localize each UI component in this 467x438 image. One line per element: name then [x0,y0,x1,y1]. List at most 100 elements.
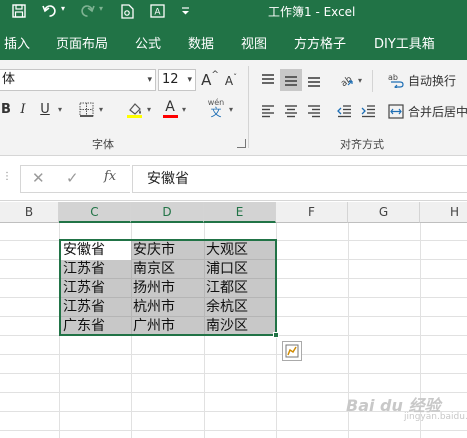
tab-diy-toolbox[interactable]: DIY工具箱 [374,33,435,52]
alignment-group-label: 对齐方式 [340,138,384,151]
font-group-label: 字体 [92,138,114,151]
align-center-button[interactable] [281,100,301,122]
ribbon-separator [248,66,249,148]
undo-icon[interactable] [40,2,58,20]
bottom-align-button[interactable] [304,69,324,91]
quick-access-custom-icon[interactable]: A [148,2,166,20]
font-size-value: 12 [162,72,179,87]
caret-up-icon: ^ [211,70,219,80]
merge-center-icon[interactable] [386,100,406,122]
formula-input[interactable]: 安徽省 [132,165,467,193]
align-right-button[interactable] [304,100,324,122]
column-header-f[interactable]: F [276,202,348,223]
merge-center-button[interactable]: 合并后居中 [408,103,467,120]
column-header-c[interactable]: C [59,202,131,223]
italic-button[interactable]: I [14,98,32,120]
grow-font-button[interactable]: A ^ [200,69,220,91]
tab-formulas[interactable]: 公式 [135,33,161,52]
underline-label: U [40,101,50,117]
chevron-down-icon[interactable]: ▾ [147,70,152,90]
borders-button[interactable] [76,98,96,120]
svg-text:ab: ab [388,73,398,82]
redo-icon[interactable] [78,2,96,20]
font-color-label: A [165,99,175,115]
underline-button[interactable]: U [36,98,54,120]
font-name-value: 体 [2,72,16,87]
tab-view[interactable]: 视图 [241,33,267,52]
tab-fangfang-gezi[interactable]: 方方格子 [294,33,346,52]
increase-indent-icon [361,104,375,117]
orientation-dropdown-icon[interactable]: ▾ [358,76,362,85]
watermark-url: jingyan.baidu.com [404,412,467,422]
align-right-icon [308,104,320,117]
svg-text:A: A [154,8,161,18]
orientation-button[interactable]: ab [336,69,356,91]
phonetic-dropdown-icon[interactable]: ▾ [229,105,233,114]
phonetic-bottom-label: 文 [210,106,222,119]
confirm-entry-icon[interactable]: ✓ [66,169,79,187]
ribbon-tabs: 插入 页面布局 公式 数据 视图 方方格子 DIY工具箱 [0,22,467,60]
bold-label: B [1,101,11,117]
increase-indent-button[interactable] [358,100,378,122]
customize-quick-access-icon[interactable] [176,2,194,20]
font-dialog-launcher-icon[interactable] [237,139,246,148]
align-middle-icon [285,76,297,86]
align-left-button[interactable] [258,100,278,122]
save-icon[interactable] [10,2,28,20]
quick-analysis-icon [285,344,299,358]
align-bottom-icon [308,77,320,87]
font-color-button[interactable]: A [160,98,180,120]
more-options-icon[interactable]: ⋮ [2,171,12,182]
ribbon: 体 ▾ 12 ▾ A ^ Aˇ B I U ▾ ▾ ▾ A ▾ wén 文 ▾ 字… [0,60,467,156]
paint-bucket-icon [126,102,142,118]
bold-button[interactable]: B [0,98,12,120]
shrink-font-label: A [224,74,234,88]
align-center-icon [285,104,297,117]
fill-color-swatch [126,114,142,118]
insert-function-icon[interactable]: fx [104,169,116,184]
font-name-combo[interactable]: 体 ▾ [0,69,156,91]
grow-font-label: A [201,71,212,89]
formula-bar: ⋮ ✕ ✓ fx 安徽省 [0,157,467,201]
top-align-button[interactable] [258,69,278,91]
fill-color-dropdown-icon[interactable]: ▾ [147,105,151,114]
row-gridline [0,430,467,431]
align-top-icon [262,74,274,84]
shrink-font-button[interactable]: Aˇ [222,71,240,91]
fill-color-button[interactable] [124,98,144,120]
column-header-b[interactable]: B [0,202,59,223]
row-gridline [0,354,467,355]
italic-label: I [20,101,26,117]
column-header-d[interactable]: D [131,202,204,223]
title-bar: ▾ ▾ A 工作簿1 - Excel [0,0,467,22]
underline-dropdown-icon[interactable]: ▾ [58,105,62,114]
cancel-entry-icon[interactable]: ✕ [32,169,45,187]
decrease-indent-icon [336,104,351,117]
column-header-h[interactable]: H [420,202,467,223]
undo-dropdown-icon[interactable]: ▾ [61,4,65,13]
tab-page-layout[interactable]: 页面布局 [56,33,108,52]
borders-dropdown-icon[interactable]: ▾ [99,105,103,114]
redo-dropdown-icon[interactable]: ▾ [99,4,103,13]
text-orientation-icon: ab [339,74,354,88]
decrease-indent-button[interactable] [334,100,354,122]
font-color-dropdown-icon[interactable]: ▾ [182,105,186,114]
column-header-g[interactable]: G [348,202,420,223]
tab-data[interactable]: 数据 [188,33,214,52]
phonetic-guide-button[interactable]: wén 文 [205,96,227,120]
ribbon-separator [372,70,373,92]
wrap-text-icon[interactable]: ab [386,69,406,91]
wrap-text-button[interactable]: 自动换行 [408,72,456,89]
tab-insert[interactable]: 插入 [4,33,30,52]
row-gridline [0,373,467,374]
print-preview-icon[interactable] [118,2,136,20]
column-header-e[interactable]: E [204,202,276,223]
window-title: 工作簿1 - Excel [268,5,356,19]
fill-handle[interactable] [273,332,279,338]
caret-down-small-icon: ˇ [233,72,238,82]
middle-align-button[interactable] [280,69,302,91]
font-size-combo[interactable]: 12 ▾ [158,69,196,91]
selection-border [59,239,277,336]
chevron-down-icon[interactable]: ▾ [187,70,192,90]
quick-analysis-button[interactable] [282,341,302,361]
